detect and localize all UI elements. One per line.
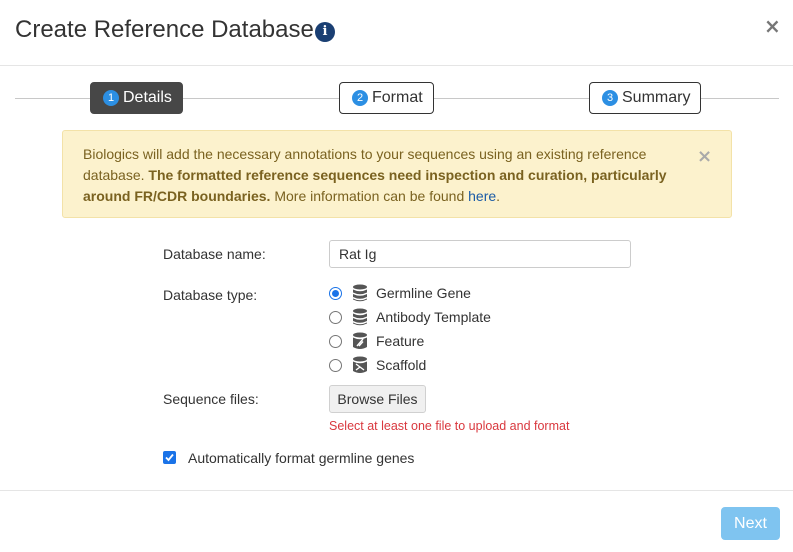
dialog-title: Create Reference Database bbox=[15, 16, 314, 43]
step-label: Details bbox=[123, 89, 172, 106]
type-label: Germline Gene bbox=[376, 285, 471, 301]
dialog-header: Create Reference Database i × bbox=[0, 0, 793, 66]
radio-germline-gene[interactable] bbox=[329, 286, 342, 300]
step-summary[interactable]: 3 Summary bbox=[589, 82, 702, 114]
type-option-feature[interactable]: Feature bbox=[329, 331, 424, 351]
database-feature-icon bbox=[353, 332, 367, 349]
database-name-label: Database name: bbox=[163, 246, 266, 262]
alert-text-end: More information can be found bbox=[270, 188, 469, 204]
auto-format-checkbox[interactable] bbox=[163, 451, 176, 464]
type-label: Scaffold bbox=[376, 357, 427, 373]
database-name-input[interactable] bbox=[329, 240, 631, 268]
radio-scaffold[interactable] bbox=[329, 358, 342, 372]
auto-format-label: Automatically format germline genes bbox=[188, 450, 415, 466]
step-number-badge: 2 bbox=[352, 90, 368, 106]
more-info-link[interactable]: here bbox=[468, 188, 496, 204]
step-number-badge: 3 bbox=[602, 90, 618, 106]
alert-text-tail: . bbox=[496, 188, 501, 204]
step-label: Format bbox=[372, 89, 423, 106]
type-option-scaffold[interactable]: Scaffold bbox=[329, 355, 426, 375]
alert-close-icon[interactable]: × bbox=[697, 146, 712, 167]
next-button[interactable]: Next bbox=[721, 507, 780, 540]
step-details[interactable]: 1 Details bbox=[90, 82, 183, 114]
type-label: Feature bbox=[376, 333, 425, 349]
close-icon[interactable]: × bbox=[764, 14, 781, 38]
file-error-message: Select at least one file to upload and f… bbox=[329, 419, 570, 433]
database-icon bbox=[353, 284, 367, 302]
browse-files-button[interactable]: Browse Files bbox=[329, 385, 426, 413]
info-alert: Biologics will add the necessary annotat… bbox=[62, 130, 732, 218]
sequence-files-label: Sequence files: bbox=[163, 391, 259, 407]
footer-divider bbox=[0, 490, 793, 491]
database-icon bbox=[353, 308, 367, 326]
step-label: Summary bbox=[622, 89, 691, 106]
type-option-antibody-template[interactable]: Antibody Template bbox=[329, 307, 491, 327]
step-format[interactable]: 2 Format bbox=[339, 82, 434, 114]
checkmark-icon bbox=[165, 453, 174, 462]
database-scaffold-icon bbox=[353, 356, 367, 373]
step-number-badge: 1 bbox=[103, 90, 119, 106]
database-type-label: Database type: bbox=[163, 287, 258, 303]
radio-feature[interactable] bbox=[329, 334, 342, 348]
info-icon[interactable]: i bbox=[315, 22, 335, 42]
type-label: Antibody Template bbox=[376, 309, 491, 325]
type-option-germline-gene[interactable]: Germline Gene bbox=[329, 283, 471, 303]
radio-antibody-template[interactable] bbox=[329, 310, 342, 324]
